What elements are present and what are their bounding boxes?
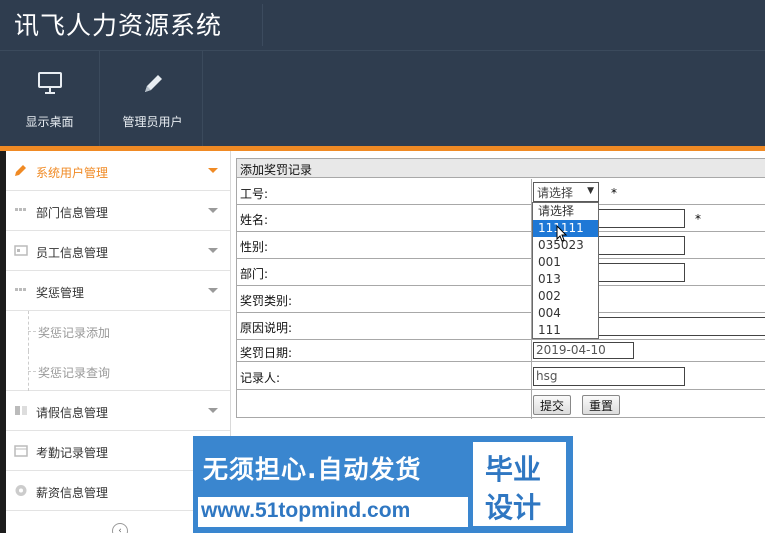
- settings-icon: [15, 485, 27, 496]
- date-label: 奖罚日期:: [240, 346, 293, 360]
- required-mark: *: [611, 186, 617, 200]
- app-title: 讯飞人力资源系统: [14, 11, 223, 40]
- id-card-icon: [14, 245, 28, 256]
- sidebar-item-rewards[interactable]: 奖惩管理: [6, 271, 230, 311]
- sidebar-item-label: 部门信息管理: [36, 206, 109, 220]
- form-row-dept: 部门:: [237, 259, 765, 286]
- name-label: 姓名:: [240, 213, 269, 227]
- show-desktop-button[interactable]: 显示桌面: [0, 51, 100, 147]
- dropdown-option[interactable]: 001: [533, 254, 598, 271]
- form-row-name: 姓名: *: [237, 205, 765, 232]
- add-record-form: 添加奖罚记录 工号: 请选择 ▼ * 姓名: * 性别: 部门: 奖罚类别: 原…: [236, 158, 765, 419]
- column-divider: [531, 179, 532, 204]
- dropdown-option[interactable]: 013: [533, 271, 598, 288]
- recorder-input[interactable]: hsg: [533, 367, 685, 386]
- columns-icon: [15, 406, 27, 415]
- reset-button[interactable]: 重置: [582, 395, 621, 415]
- emp-no-label: 工号:: [240, 187, 269, 201]
- form-row-gender: 性别:: [237, 232, 765, 259]
- caret-down-icon: ▼: [587, 186, 594, 196]
- tree-branch: [28, 371, 36, 372]
- chevron-down-icon: [208, 288, 218, 293]
- dept-label: 部门:: [240, 267, 269, 281]
- sidebar-item-label: 系统用户管理: [36, 166, 109, 180]
- header-bar: 讯飞人力资源系统: [0, 0, 765, 50]
- reason-label: 原因说明:: [240, 321, 293, 335]
- dropdown-option[interactable]: 002: [533, 288, 598, 305]
- sidebar-item-label: 员工信息管理: [36, 246, 109, 260]
- pencil-icon: [15, 165, 26, 176]
- form-row-recorder: 记录人: hsg: [237, 362, 765, 390]
- app-window: 讯飞人力资源系统 显示桌面 管理员用户 系统用户管理 部门信息管理 员工信息管理…: [0, 0, 765, 533]
- watermark-main-text: 无须担心.自动发货: [203, 455, 422, 484]
- dropdown-option[interactable]: 111: [533, 322, 598, 339]
- dropdown-option[interactable]: 请选择: [533, 203, 598, 220]
- form-row-emp-no: 工号: 请选择 ▼ *: [237, 179, 765, 205]
- header-divider: [262, 4, 263, 46]
- submenu-item-query-record[interactable]: 奖惩记录查询: [6, 351, 230, 391]
- toolbar: 显示桌面 管理员用户: [0, 50, 765, 147]
- chevron-down-icon: [208, 408, 218, 413]
- sidebar-collapse-button[interactable]: ‹: [112, 523, 128, 533]
- admin-user-label: 管理员用户: [122, 115, 183, 129]
- tree-branch: [28, 331, 36, 332]
- column-divider: [531, 362, 532, 389]
- submit-button[interactable]: 提交: [533, 395, 572, 415]
- form-row-date: 奖罚日期: 2019-04-10: [237, 340, 765, 362]
- emp-no-selected-value: 请选择: [537, 186, 574, 200]
- sidebar-item-label: 请假信息管理: [36, 406, 109, 420]
- sidebar-item-leave[interactable]: 请假信息管理: [6, 391, 230, 431]
- watermark-badge-top: 毕业: [485, 453, 542, 486]
- show-desktop-label: 显示桌面: [25, 115, 74, 129]
- monitor-icon: [37, 72, 62, 94]
- submenu-item-add-record[interactable]: 奖惩记录添加: [6, 311, 230, 351]
- grid-icon: [15, 208, 26, 211]
- form-row-reason: 原因说明:: [237, 313, 765, 340]
- admin-user-button[interactable]: 管理员用户: [103, 51, 203, 147]
- chevron-down-icon: [208, 168, 218, 173]
- rewards-submenu: 奖惩记录添加 奖惩记录查询: [6, 311, 230, 391]
- calendar-icon: [14, 445, 28, 457]
- chevron-down-icon: [208, 208, 218, 213]
- sidebar-item-label: 奖惩管理: [36, 286, 85, 300]
- watermark-url: www.51topmind.com: [201, 499, 411, 522]
- recorder-label: 记录人:: [240, 371, 281, 385]
- watermark-banner: 无须担心.自动发货 www.51topmind.com 毕业 设计: [193, 436, 573, 533]
- date-input[interactable]: 2019-04-10: [533, 342, 634, 359]
- form-row-actions: 提交 重置: [237, 390, 765, 419]
- sidebar-item-system-users[interactable]: 系统用户管理: [6, 151, 230, 191]
- dropdown-option[interactable]: 004: [533, 305, 598, 322]
- column-divider: [531, 340, 532, 361]
- form-row-category: 奖罚类别:: [237, 286, 765, 313]
- gender-label: 性别:: [240, 240, 269, 254]
- required-mark: *: [695, 212, 701, 226]
- mouse-cursor-icon: [556, 225, 568, 242]
- column-divider: [531, 390, 532, 419]
- category-label: 奖罚类别:: [240, 294, 293, 308]
- pencil-icon: [144, 75, 162, 92]
- watermark-badge-bottom: 设计: [485, 491, 542, 524]
- sidebar-item-label: 薪资信息管理: [36, 486, 109, 500]
- emp-no-dropdown-list: 请选择 111111 035023 001 013 002 004 111: [532, 202, 599, 339]
- submenu-item-label: 奖惩记录查询: [38, 366, 111, 380]
- sidebar-item-label: 考勤记录管理: [36, 446, 109, 460]
- chevron-down-icon: [208, 248, 218, 253]
- watermark-url-box: www.51topmind.com: [198, 497, 468, 527]
- sidebar-item-departments[interactable]: 部门信息管理: [6, 191, 230, 231]
- form-title: 添加奖罚记录: [237, 159, 765, 178]
- sidebar-item-employees[interactable]: 员工信息管理: [6, 231, 230, 271]
- submenu-item-label: 奖惩记录添加: [38, 326, 111, 340]
- emp-no-select[interactable]: 请选择 ▼: [533, 182, 599, 202]
- grid-icon: [15, 288, 26, 291]
- watermark-badge: 毕业 设计: [473, 442, 566, 526]
